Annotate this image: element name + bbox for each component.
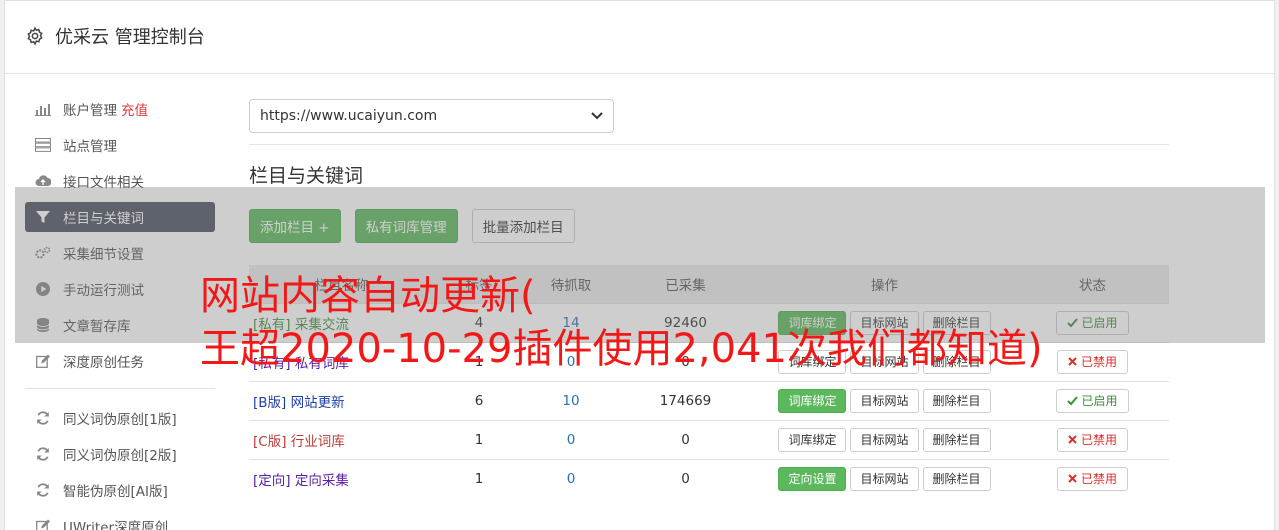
column-name: 行业词库 <box>290 433 345 450</box>
sidebar-item-label: 站点管理 <box>63 139 117 155</box>
column-name: 定向采集 <box>294 472 349 489</box>
cell-collected: 0 <box>618 419 753 459</box>
target-site-button[interactable]: 目标网站 <box>850 388 919 413</box>
site-select-value: https://www.ucaiyun.com <box>260 108 438 124</box>
delete-column-button[interactable]: 删除栏目 <box>922 427 991 452</box>
column-name-link[interactable]: [C版] 行业词库 <box>253 434 345 450</box>
sidebar-item-ai-rewrite[interactable]: 智能伪原创[AI版] <box>25 475 215 505</box>
cell-count: 1 <box>434 458 524 498</box>
sidebar-item-deep-original[interactable]: 深度原创任务 <box>25 346 215 376</box>
bind-lib-button[interactable]: 定向设置 <box>778 466 847 491</box>
cell-collected: 174669 <box>618 380 753 420</box>
status-label: 已启用 <box>1081 394 1118 408</box>
status-label: 已禁用 <box>1080 433 1117 447</box>
column-tag: [定向] <box>253 472 291 489</box>
recharge-link[interactable]: 充值 <box>121 99 148 119</box>
bar-chart-icon <box>35 101 51 117</box>
main-content: https://www.ucaiyun.com 栏目与关键词 添加栏目 + 私有… <box>249 99 1169 498</box>
sidebar-item-uwriter[interactable]: UWriter深度原创 <box>25 511 215 530</box>
column-tag: [B版] <box>253 394 287 411</box>
sidebar-item-sites[interactable]: 站点管理 <box>25 130 215 160</box>
edit-icon <box>35 518 51 530</box>
pending-link[interactable]: 0 <box>567 432 576 448</box>
x-icon <box>1068 435 1077 444</box>
refresh-icon <box>35 482 51 498</box>
sidebar-item-label: 账户管理 <box>63 103 117 119</box>
refresh-icon <box>35 446 51 462</box>
status-toggle[interactable]: 已禁用 <box>1056 349 1128 374</box>
cell-pending: 0 <box>524 458 618 498</box>
cell-count: 1 <box>434 419 524 459</box>
cell-status: 已禁用 <box>1016 419 1169 459</box>
sidebar-item-label: 深度原创任务 <box>63 355 144 371</box>
divider <box>249 144 1169 145</box>
sidebar-item-synonym-v1[interactable]: 同义词伪原创[1版] <box>25 403 215 433</box>
bind-lib-button[interactable]: 词库绑定 <box>778 388 847 413</box>
section-title: 栏目与关键词 <box>249 165 364 187</box>
cell-actions: 词库绑定 目标网站 删除栏目 <box>753 419 1016 459</box>
cell-pending: 10 <box>524 380 618 420</box>
sidebar-divider <box>25 388 215 389</box>
table-row: [定向] 定向采集 1 0 0 定向设置 目标网站 删除栏目 已禁用 <box>249 458 1169 498</box>
column-tag: [C版] <box>253 433 287 450</box>
sidebar-item-synonym-v2[interactable]: 同义词伪原创[2版] <box>25 439 215 469</box>
chevron-down-icon <box>591 112 603 120</box>
column-name-link[interactable]: [B版] 网站更新 <box>253 395 345 411</box>
edit-icon <box>35 353 51 369</box>
status-toggle[interactable]: 已启用 <box>1056 388 1129 413</box>
pending-link[interactable]: 0 <box>567 471 576 487</box>
target-site-button[interactable]: 目标网站 <box>850 466 919 491</box>
table-row: [B版] 网站更新 6 10 174669 词库绑定 目标网站 删除栏目 已启用 <box>249 380 1169 420</box>
column-name: 网站更新 <box>290 394 345 411</box>
app-title-text: 优采云 管理控制台 <box>55 27 205 48</box>
sidebar-item-account[interactable]: 账户管理 充值 <box>25 94 215 124</box>
delete-column-button[interactable]: 删除栏目 <box>922 388 991 413</box>
status-toggle[interactable]: 已禁用 <box>1056 466 1128 491</box>
watermark-text: 网站内容自动更新( 王超2020-10-29插件使用2,041次我们都知道) <box>200 270 1043 376</box>
column-name-link[interactable]: [定向] 定向采集 <box>253 473 349 489</box>
refresh-icon <box>35 410 51 426</box>
status-label: 已禁用 <box>1080 472 1117 487</box>
panel-header: 优采云 管理控制台 <box>5 1 1274 74</box>
cell-status: 已禁用 <box>1016 458 1169 498</box>
check-icon <box>1067 395 1079 405</box>
target-site-button[interactable]: 目标网站 <box>850 427 919 452</box>
cell-actions: 词库绑定 目标网站 删除栏目 <box>753 380 1016 420</box>
cell-name[interactable]: [C版] 行业词库 <box>249 419 434 459</box>
table-row: [C版] 行业词库 1 0 0 词库绑定 目标网站 删除栏目 已禁用 <box>249 419 1169 459</box>
sidebar-item-label: 同义词伪原创[1版] <box>63 412 177 428</box>
watermark-line2: 王超2020-10-29插件使用2,041次我们都知道) <box>200 326 1043 372</box>
cell-name[interactable]: [定向] 定向采集 <box>249 458 434 498</box>
page-title: 优采云 管理控制台 <box>25 23 205 49</box>
bind-lib-button[interactable]: 词库绑定 <box>778 427 847 452</box>
x-icon <box>1068 474 1077 483</box>
sidebar-item-label: UWriter深度原创 <box>63 520 169 530</box>
cell-pending: 0 <box>524 419 618 459</box>
server-icon <box>35 137 51 153</box>
gear-icon <box>27 26 43 46</box>
cell-actions: 定向设置 目标网站 删除栏目 <box>753 458 1016 498</box>
site-select[interactable]: https://www.ucaiyun.com <box>249 99 614 133</box>
pending-link[interactable]: 10 <box>562 393 579 409</box>
cell-collected: 0 <box>618 458 753 498</box>
cell-name[interactable]: [B版] 网站更新 <box>249 380 434 420</box>
watermark-line1: 网站内容自动更新( <box>200 273 536 319</box>
status-toggle[interactable]: 已禁用 <box>1056 427 1128 452</box>
x-icon <box>1068 357 1077 366</box>
cell-status: 已启用 <box>1016 380 1169 420</box>
status-label: 已禁用 <box>1080 355 1117 369</box>
delete-column-button[interactable]: 删除栏目 <box>922 466 991 491</box>
sidebar-item-label: 智能伪原创[AI版] <box>63 484 168 500</box>
sidebar-item-label: 同义词伪原创[2版] <box>63 448 177 464</box>
cell-count: 6 <box>434 380 524 420</box>
